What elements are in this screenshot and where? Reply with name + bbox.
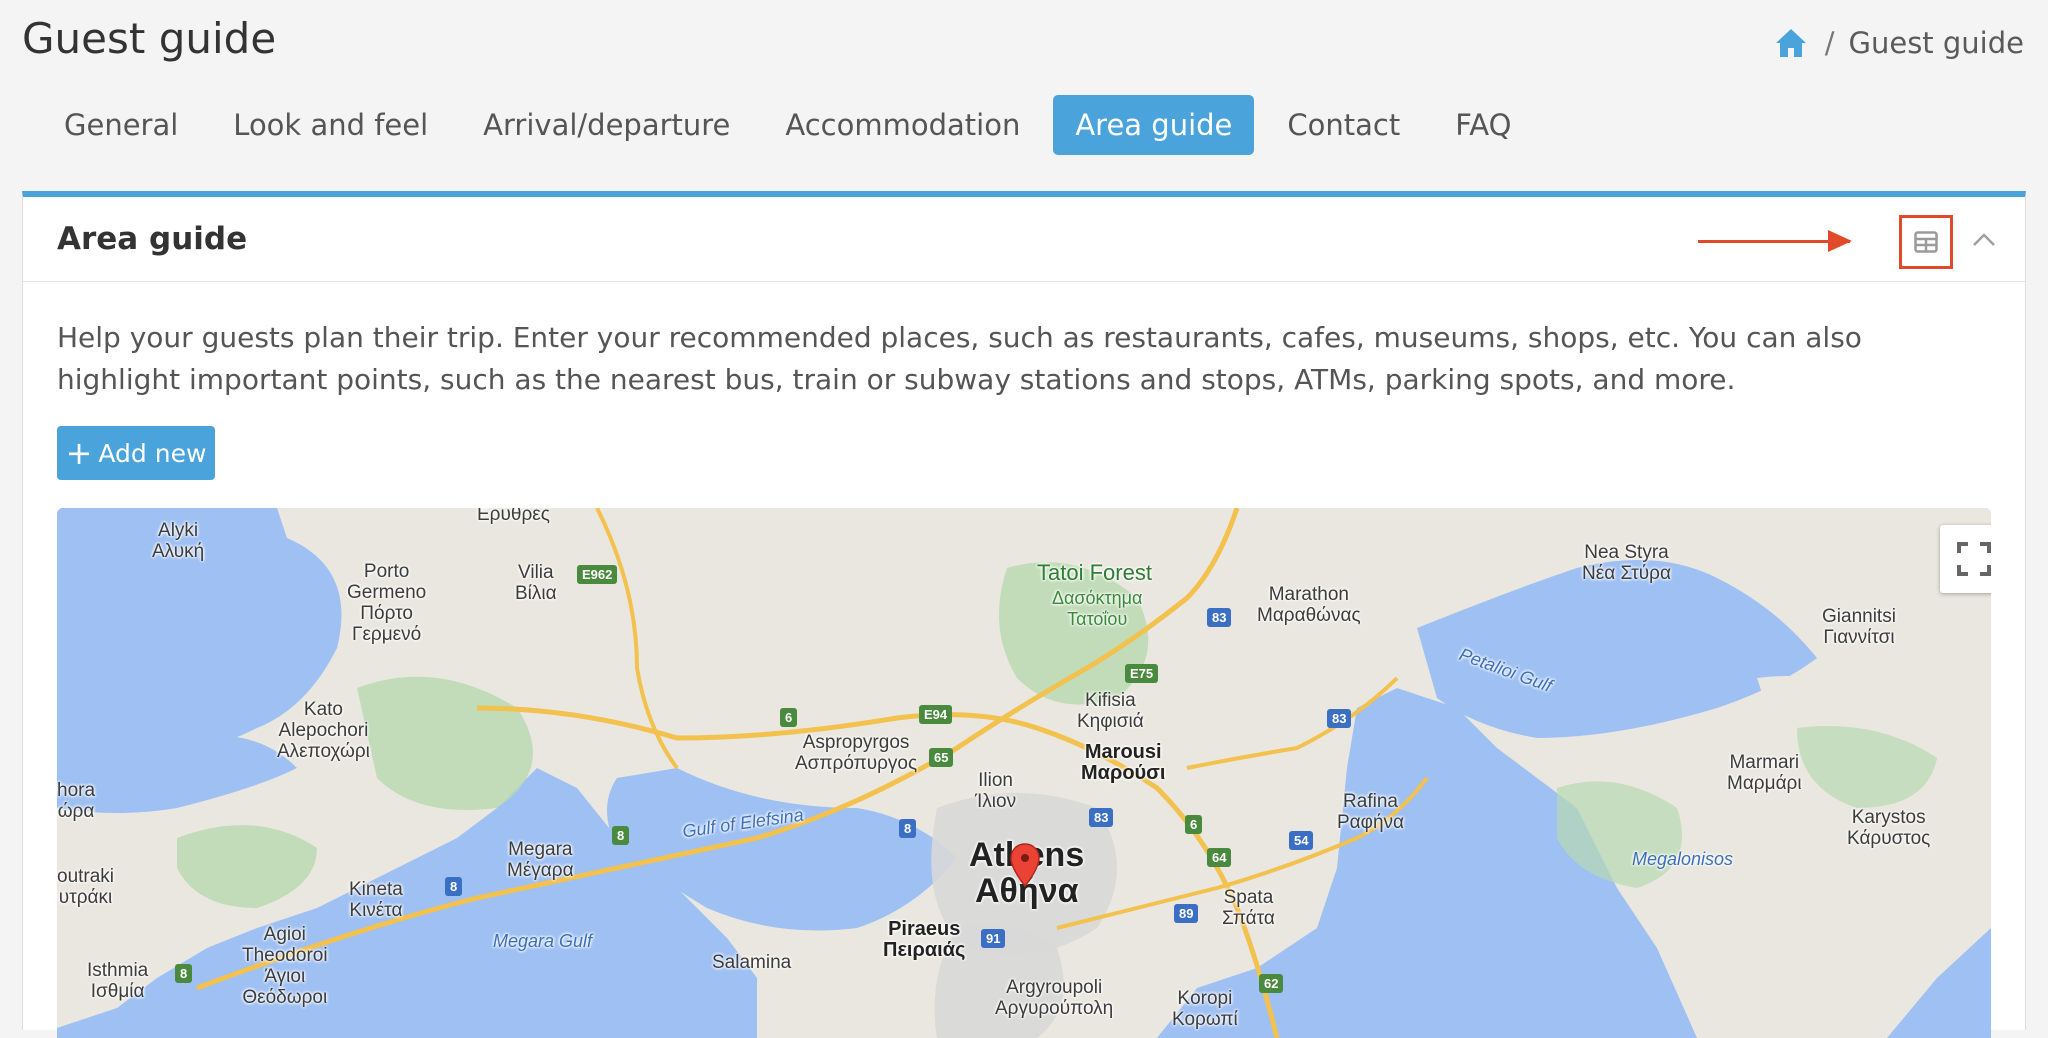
road-shield-65: 65	[929, 748, 954, 767]
map-label-marousi: Marousi Μαρούσι	[1081, 741, 1166, 784]
panel-header: Area guide	[23, 197, 2025, 282]
tab-arrival-departure[interactable]: Arrival/departure	[461, 95, 752, 155]
map-label-salamina: Salamina	[712, 952, 792, 973]
breadcrumb-current: Guest guide	[1848, 26, 2025, 60]
area-guide-panel: Area guide Help your guests plan their t…	[22, 191, 2026, 1038]
road-shield-83a: 83	[1207, 608, 1232, 627]
tab-bar: General Look and feel Arrival/departure …	[42, 95, 1544, 155]
map-label-marmari: Marmari Μαρμάρι	[1727, 752, 1802, 794]
page-title: Guest guide	[22, 14, 277, 63]
tab-accommodation[interactable]: Accommodation	[763, 95, 1042, 155]
tab-faq[interactable]: FAQ	[1433, 95, 1533, 155]
road-shield-83b: 83	[1327, 709, 1352, 728]
map-label-megalonisos: Megalonisos	[1632, 849, 1734, 869]
map-label-agioi-theodoroi: Agioi Theodoroi Άγιοι Θεόδωροι	[242, 924, 328, 1008]
road-shield-e962: E962	[577, 565, 618, 584]
road-shield-e94: E94	[919, 705, 953, 724]
map-label-marathon: Marathon Μαραθώνας	[1257, 584, 1361, 626]
road-shield-91: 91	[981, 929, 1006, 948]
map-label-kineta: Kineta Κινέτα	[349, 879, 403, 921]
map-fullscreen-button[interactable]	[1940, 525, 1991, 593]
add-new-button[interactable]: + Add new	[57, 426, 215, 480]
map-label-aspropyrgos: Aspropyrgos Ασπρόπυργος	[795, 732, 918, 774]
table-view-icon	[1914, 231, 1938, 253]
annotation-arrow	[1698, 230, 1852, 252]
map-label-rafina: Rafina Ραφήνα	[1337, 791, 1405, 833]
tab-contact[interactable]: Contact	[1265, 95, 1422, 155]
area-map[interactable]: Ερυθρές Alyki Αλυκή Porto Germeno Πόρτο …	[57, 508, 1991, 1038]
table-view-button[interactable]	[1899, 215, 1953, 269]
road-shield-89: 89	[1174, 904, 1199, 923]
panel-title: Area guide	[57, 221, 248, 257]
map-label-giannitsi: Giannitsi Γιαννίτσι	[1822, 606, 1896, 648]
breadcrumb-separator: /	[1824, 26, 1835, 60]
map-label-isthmia: Isthmia Ισθμία	[87, 960, 149, 1002]
map-label-porto-germeno: Porto Germeno Πόρτο Γερμενό	[347, 561, 427, 645]
map-label-karystos: Karystos Κάρυστος	[1847, 807, 1931, 849]
map-label-chora: hora ώρα	[57, 780, 96, 822]
map-label-nea-styra: Nea Styra Νέα Στύρα	[1582, 542, 1671, 584]
map-label-alyki: Alyki Αλυκή	[152, 520, 205, 562]
fullscreen-icon	[1957, 542, 1991, 576]
map-label-megara: Megara Μέγαρα	[507, 839, 574, 881]
map-label-megara-gulf: Megara Gulf	[493, 931, 593, 951]
road-shield-6a: 6	[780, 708, 798, 727]
map-label-ilion: Ilion Ίλιον	[975, 770, 1017, 812]
road-shield-64: 64	[1207, 848, 1232, 867]
road-shield-8a: 8	[612, 826, 630, 845]
road-shield-8b: 8	[899, 819, 917, 838]
map-label-tatoi-forest-el: Δασόκτημα Τατοΐου	[1052, 588, 1143, 629]
plus-icon: +	[65, 434, 93, 472]
road-shield-8d: 8	[175, 964, 193, 983]
breadcrumb: / Guest guide	[1775, 26, 2024, 60]
road-shield-54: 54	[1289, 831, 1314, 850]
map-label-argyroupoli: Argyroupoli Αργυρούπολη	[995, 977, 1114, 1019]
map-label-erythres: Ερυθρές	[477, 508, 550, 525]
map-label-piraeus: Piraeus Πειραιάς	[883, 918, 966, 961]
collapse-button[interactable]	[1969, 225, 1999, 255]
tab-look-and-feel[interactable]: Look and feel	[211, 95, 450, 155]
home-icon[interactable]	[1775, 28, 1807, 58]
map-label-kato-alepochori: Kato Alepochori Αλεποχώρι	[277, 699, 370, 762]
map-label-kifisia: Kifisia Κηφισιά	[1077, 690, 1144, 732]
road-shield-6b: 6	[1185, 815, 1203, 834]
tab-area-guide[interactable]: Area guide	[1053, 95, 1255, 155]
panel-description: Help your guests plan their trip. Enter …	[57, 321, 1862, 396]
chevron-up-icon	[1973, 233, 1995, 246]
map-label-spata: Spata Σπάτα	[1222, 887, 1275, 929]
map-label-vilia: Vilia Βίλια	[515, 562, 557, 604]
map-label-tatoi-forest: Tatoi Forest	[1037, 560, 1152, 585]
map-pin-icon[interactable]	[1010, 843, 1040, 887]
add-new-label: Add new	[98, 438, 207, 468]
road-shield-83c: 83	[1089, 808, 1114, 827]
road-shield-e75: E75	[1125, 664, 1159, 683]
road-shield-62: 62	[1259, 974, 1284, 993]
map-label-loutraki: outraki υτράκι	[57, 866, 115, 908]
road-shield-8c: 8	[445, 877, 463, 896]
tab-general[interactable]: General	[42, 95, 200, 155]
